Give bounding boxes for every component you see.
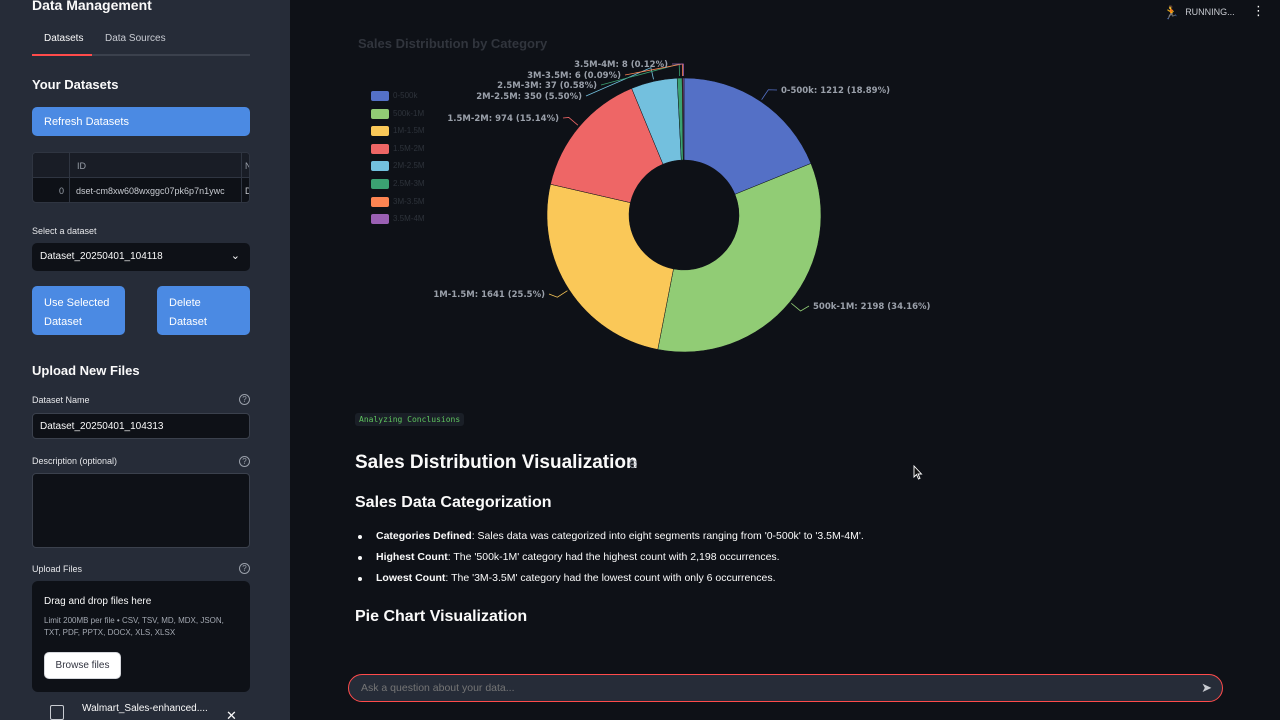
sidebar-tabs: Datasets Data Sources xyxy=(32,30,250,56)
bullet-bold: Highest Count xyxy=(376,551,448,563)
upload-files-label: Upload Files xyxy=(32,564,83,574)
your-datasets-heading: Your Datasets xyxy=(32,77,119,92)
file-dropzone[interactable]: Drag and drop files here Limit 200MB per… xyxy=(32,581,250,692)
sidebar: Data Management Datasets Data Sources Yo… xyxy=(0,0,290,720)
bullet-dot xyxy=(358,535,362,539)
slice-label: 2.5M-3M: 37 (0.58%) xyxy=(497,81,597,91)
send-icon[interactable]: ➤ xyxy=(1201,680,1212,696)
running-figure-icon: 🏃 xyxy=(1163,5,1180,20)
table-divider xyxy=(69,153,70,202)
dataset-select[interactable]: Dataset_20250401_104118 ⌄ xyxy=(32,243,250,271)
help-icon[interactable]: ? xyxy=(239,394,250,405)
pie-slice[interactable] xyxy=(546,183,674,350)
select-dataset-label: Select a dataset xyxy=(32,226,97,236)
list-item: Highest Count: The '500k-1M' category ha… xyxy=(358,551,1058,565)
uploaded-file-item: Walmart_Sales-enhanced.... ✕ xyxy=(32,700,250,720)
leader-line xyxy=(548,290,568,298)
table-header xyxy=(33,153,249,178)
kebab-menu-icon[interactable]: ⋮ xyxy=(1252,3,1265,19)
description-label: Description (optional) xyxy=(32,456,118,466)
bullet-text: : The '3M-3.5M' category had the lowest … xyxy=(445,572,776,584)
list-item: Lowest Count: The '3M-3.5M' category had… xyxy=(358,572,1058,586)
mouse-cursor-icon xyxy=(913,465,923,480)
leader-line xyxy=(562,117,579,126)
leader-line xyxy=(761,89,778,100)
chat-input[interactable] xyxy=(361,682,1161,694)
active-tab-indicator xyxy=(32,54,92,56)
section-heading: Sales Data Categorization xyxy=(355,494,552,511)
help-icon[interactable]: ? xyxy=(239,456,250,467)
page-title: Sales Distribution Visualization xyxy=(355,452,638,473)
chevron-down-icon: ⌄ xyxy=(230,250,240,262)
browse-files-button[interactable]: Browse files xyxy=(44,652,121,679)
file-icon xyxy=(50,705,64,720)
delete-dataset-button[interactable]: Delete Dataset xyxy=(157,286,250,335)
dataset-select-value: Dataset_20250401_104118 xyxy=(40,251,163,262)
chat-input-container: ➤ xyxy=(348,674,1223,702)
uploaded-file-name: Walmart_Sales-enhanced.... xyxy=(82,703,208,714)
bullet-dot xyxy=(358,556,362,560)
section-heading: Pie Chart Visualization xyxy=(355,608,528,625)
dropzone-limit-text: Limit 200MB per file • CSV, TSV, MD, MDX… xyxy=(44,616,224,637)
slice-label: 3.5M-4M: 8 (0.12%) xyxy=(574,60,668,70)
help-icon[interactable]: ? xyxy=(239,563,250,574)
description-input[interactable] xyxy=(32,473,250,548)
dataset-name-label: Dataset Name xyxy=(32,395,90,405)
tab-data-sources[interactable]: Data Sources xyxy=(105,33,166,44)
list-item: Categories Defined: Sales data was categ… xyxy=(358,530,1058,544)
refresh-datasets-button[interactable]: Refresh Datasets xyxy=(32,107,250,136)
slice-label: 1.5M-2M: 974 (15.14%) xyxy=(447,114,559,124)
sidebar-title: Data Management xyxy=(32,0,152,13)
running-status-text: RUNNING... xyxy=(1185,7,1235,17)
leader-line xyxy=(791,303,810,312)
bullet-text: : The '500k-1M' category had the highest… xyxy=(447,551,780,563)
upload-new-files-heading: Upload New Files xyxy=(32,363,140,378)
dataset-name-input[interactable] xyxy=(32,413,250,439)
status-badge: Analyzing Conclusions xyxy=(355,413,465,426)
slice-label: 1M-1.5M: 1641 (25.5%) xyxy=(433,290,545,300)
link-icon[interactable]: ⊖ xyxy=(628,457,638,471)
dropzone-title: Drag and drop files here xyxy=(44,596,152,607)
chart-title: Sales Distribution by Category xyxy=(358,36,548,51)
close-icon[interactable]: ✕ xyxy=(226,708,237,720)
bullet-dot xyxy=(358,577,362,581)
table-cell-id[interactable]: dset-cm8xw608wxggc07pk6p7n1ywc xyxy=(76,186,225,196)
table-divider xyxy=(241,153,242,202)
bullet-bold: Categories Defined xyxy=(376,530,472,542)
datasets-table[interactable]: ID N 0 dset-cm8xw608wxggc07pk6p7n1ywc D xyxy=(32,152,250,203)
column-header-name[interactable]: N xyxy=(245,161,249,171)
use-selected-dataset-button[interactable]: Use Selected Dataset xyxy=(32,286,125,335)
slice-label: 0-500k: 1212 (18.89%) xyxy=(781,86,890,96)
slice-label: 500k-1M: 2198 (34.16%) xyxy=(813,302,931,312)
bullet-bold: Lowest Count xyxy=(376,572,446,584)
donut-chart: 0-500k: 1212 (18.89%) 500k-1M: 2198 (34.1… xyxy=(433,60,931,353)
row-index: 0 xyxy=(59,186,65,196)
table-cell-name[interactable]: D xyxy=(245,186,249,196)
bullet-text: : Sales data was categorized into eight … xyxy=(471,530,864,542)
column-header-id[interactable]: ID xyxy=(77,161,86,171)
tab-datasets[interactable]: Datasets xyxy=(44,33,83,44)
running-status: 🏃 RUNNING... xyxy=(1163,5,1235,21)
slice-label: 2M-2.5M: 350 (5.50%) xyxy=(476,92,582,102)
slice-label: 3M-3.5M: 6 (0.09%) xyxy=(527,71,621,81)
